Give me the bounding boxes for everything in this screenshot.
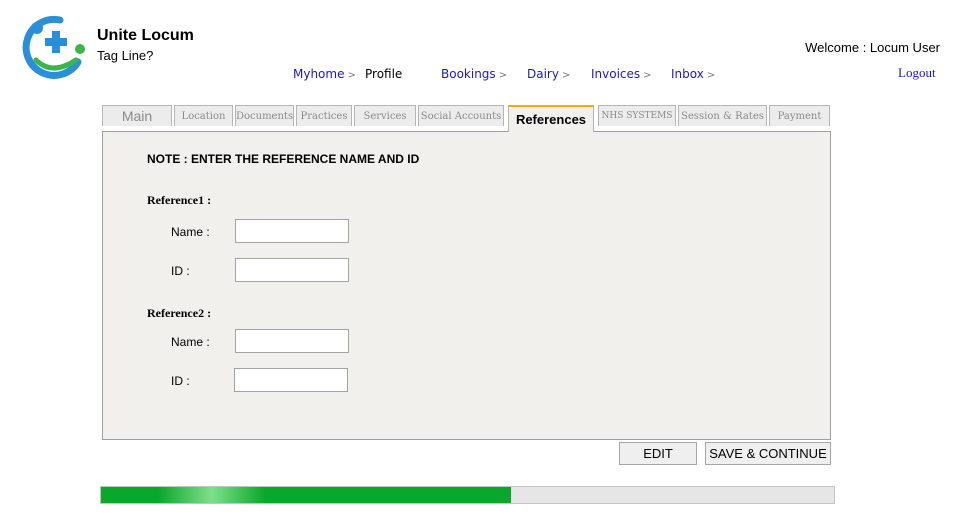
nav-inbox[interactable]: Inbox >: [671, 67, 715, 81]
chevron-right-icon: >: [498, 70, 508, 81]
tab-practices[interactable]: Practices: [296, 105, 352, 126]
reference1-name-input[interactable]: [235, 219, 349, 243]
chevron-right-icon: >: [561, 70, 571, 81]
tab-documents[interactable]: Documents: [235, 105, 294, 126]
nav-myhome[interactable]: Myhome >: [293, 67, 356, 81]
tab-location[interactable]: Location: [174, 105, 233, 126]
edit-button[interactable]: EDIT: [619, 442, 697, 465]
reference2-id-label: ID :: [171, 374, 190, 388]
nav-dairy[interactable]: Dairy >: [527, 67, 570, 81]
reference2-name-input[interactable]: [235, 329, 349, 353]
nav-profile[interactable]: Profile: [365, 67, 402, 81]
reference2-id-input[interactable]: [234, 368, 348, 392]
chevron-right-icon: >: [706, 70, 716, 81]
save-continue-button[interactable]: SAVE & CONTINUE: [705, 442, 831, 465]
logout-link[interactable]: Logout: [898, 65, 936, 81]
tab-references[interactable]: References: [508, 105, 594, 132]
tab-payment[interactable]: Payment: [769, 105, 830, 126]
chevron-right-icon: >: [347, 70, 356, 81]
tab-main[interactable]: Main: [102, 105, 172, 126]
nav-bookings[interactable]: Bookings >: [441, 67, 507, 81]
reference1-name-label: Name :: [171, 225, 210, 239]
reference2-name-label: Name :: [171, 335, 210, 349]
unite-locum-logo: [22, 15, 85, 79]
profile-progress-bar: [100, 486, 835, 504]
reference1-id-label: ID :: [171, 264, 190, 278]
tab-nhs-systems[interactable]: NHS SYSTEMS: [598, 105, 676, 126]
reference2-heading: Reference2 :: [147, 306, 212, 320]
note-text: NOTE : ENTER THE REFERENCE NAME AND ID: [147, 152, 420, 166]
brand-tagline: Tag Line?: [97, 48, 154, 63]
welcome-text: Welcome : Locum User: [805, 40, 940, 55]
nav-invoices[interactable]: Invoices >: [591, 67, 652, 81]
chevron-right-icon: >: [643, 70, 652, 81]
brand-name: Unite Locum: [97, 27, 194, 44]
references-panel: NOTE : ENTER THE REFERENCE NAME AND ID R…: [102, 131, 831, 440]
tab-session-rates[interactable]: Session & Rates: [678, 105, 767, 126]
reference1-heading: Reference1 :: [147, 193, 212, 207]
tab-social-accounts[interactable]: Social Accounts: [418, 105, 504, 126]
reference1-id-input[interactable]: [235, 258, 349, 282]
progress-fill: [101, 487, 512, 503]
tab-services[interactable]: Services: [354, 105, 416, 126]
